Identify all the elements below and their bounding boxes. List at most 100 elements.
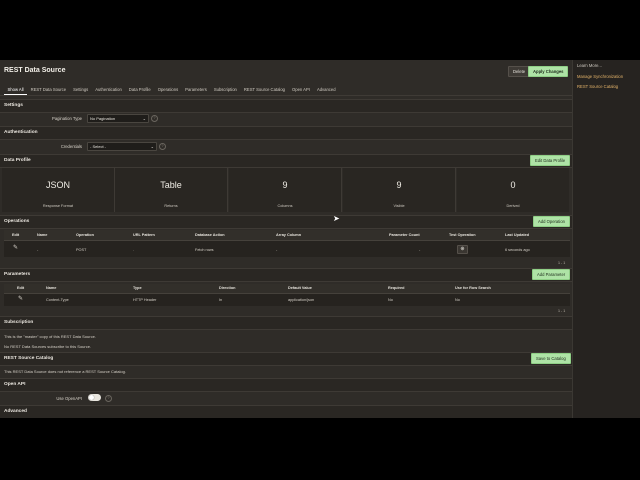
card-caption: Visible [393,204,405,208]
data-profile-header: Data Profile [0,154,572,168]
tab-authentication[interactable]: Authentication [92,86,126,94]
subscription-header: Subscription [0,316,572,330]
learn-more-link[interactable]: Learn More... [577,63,602,68]
tab-rest-data-source[interactable]: REST Data Source [27,86,70,94]
rest-source-catalog-link[interactable]: REST Source Catalog [577,84,618,89]
help-icon[interactable]: ? [159,143,166,150]
col-use-for-row-search: Use for Row Search [455,286,491,290]
pencil-icon[interactable]: ✎ [18,295,23,302]
parameters-pager: 1 - 1 [558,309,566,313]
openapi-heading: Open API [4,382,26,387]
tab-advanced[interactable]: Advanced [313,86,339,94]
authentication-heading: Authentication [4,130,38,135]
col-operation: Operation [76,233,94,237]
main-panel: REST Data Source Delete Apply Changes Sh… [0,60,572,418]
credentials-value: - Select - [90,144,107,149]
data-profile-heading: Data Profile [4,158,31,163]
col-name: Name [37,233,48,237]
tab-subscription[interactable]: Subscription [210,86,240,94]
tab-data-profile[interactable]: Data Profile [125,86,154,94]
chevron-down-icon: ⌄ [150,144,154,149]
col-edit: Edit [12,233,20,237]
pencil-icon[interactable]: ✎ [13,244,18,251]
delete-button[interactable]: Delete [508,66,531,77]
cell-array-column: - [276,248,278,252]
use-openapi-toggle[interactable] [88,394,101,401]
mouse-cursor-icon: ➤ [333,214,340,223]
card-caption: Returns [164,204,178,208]
page-title: REST Data Source [4,67,66,74]
tab-rest-source-catalog[interactable]: REST Source Catalog [240,86,288,94]
card-value: JSON [45,180,70,190]
col-array-column: Array Column [276,233,302,237]
profile-card-returns: Table Returns [115,168,228,212]
add-operation-button[interactable]: Add Operation [533,216,571,227]
tab-divider [0,95,572,96]
tab-settings[interactable]: Settings [70,86,92,94]
cell-direction: In [219,298,223,302]
cell-default-value: application/json [288,298,315,302]
col-test-operation: Test Operation [449,233,476,237]
help-icon[interactable]: ? [105,395,112,402]
help-icon[interactable]: ? [151,115,158,122]
cell-operation: POST [76,248,87,252]
tab-open-api[interactable]: Open API [289,86,314,94]
cell-name: Content-Type [46,298,69,302]
cell-row-search: No [455,298,460,302]
col-type: Type [133,286,142,290]
subscription-note-none: No REST Data Sources subscribe to this S… [4,344,92,349]
profile-card-visible: 9 Visible [343,168,456,212]
pagination-type-label: Pagination Type [52,116,82,121]
tab-operations[interactable]: Operations [154,86,181,94]
tab-show-all[interactable]: Show All [4,86,28,95]
pagination-type-select[interactable]: No Pagination ⌄ [87,114,149,123]
advanced-header: Advanced [0,405,572,418]
card-caption: Response Format [42,204,74,208]
card-value: 9 [396,180,402,190]
cell-type: HTTP Header [133,298,157,302]
cell-url-pattern: . [133,248,135,252]
manage-synchronization-link[interactable]: Manage Synchronization [577,74,623,79]
parameters-heading: Parameters [4,272,31,277]
apply-changes-button[interactable]: Apply Changes [528,66,569,77]
profile-card-response-format: JSON Response Format [2,168,115,212]
col-direction: Direction [219,286,236,290]
card-caption: Derived [506,204,520,208]
subscription-note-master: This is the "master" copy of this REST D… [4,334,96,339]
advanced-heading: Advanced [4,409,27,414]
authentication-header: Authentication [0,126,572,140]
cell-name: - [37,248,39,252]
credentials-label: Credentials [60,144,82,149]
settings-header: Settings [0,99,572,113]
col-url-pattern: URL Pattern [133,233,155,237]
card-caption: Columns [277,204,293,208]
col-parameter-count: Parameter Count [389,233,420,237]
toggle-knob [89,395,94,400]
col-required: Required [388,286,405,290]
credentials-select[interactable]: - Select - ⌄ [87,142,157,151]
col-database-action: Database Action [195,233,225,237]
catalog-note: This REST Data Source does not reference… [4,369,126,374]
catalog-heading: REST Source Catalog [4,356,54,361]
table-row [4,294,570,306]
cell-required: No [388,298,393,302]
edit-data-profile-button[interactable]: Edit Data Profile [530,155,571,166]
play-icon: ⊕ [460,246,465,252]
tab-parameters[interactable]: Parameters [182,86,211,94]
parameters-header: Parameters [0,268,572,282]
col-name: Name [46,286,57,290]
operations-header: Operations [0,215,572,229]
right-sidebar: Learn More... Manage Synchronization RES… [572,60,640,418]
table-row [4,241,570,257]
profile-card-derived: 0 Derived [457,168,569,212]
settings-heading: Settings [4,103,23,108]
catalog-header: REST Source Catalog [0,352,572,366]
add-parameter-button[interactable]: Add Parameter [532,269,571,280]
cell-parameter-count: - [419,248,421,252]
openapi-header: Open API [0,378,572,392]
subscription-heading: Subscription [4,320,34,325]
operations-pager: 1 - 1 [558,261,566,265]
save-to-catalog-button[interactable]: Save to Catalog [531,353,571,364]
col-last-updated: Last Updated [505,233,530,237]
test-operation-button[interactable]: ⊕ [457,245,468,254]
